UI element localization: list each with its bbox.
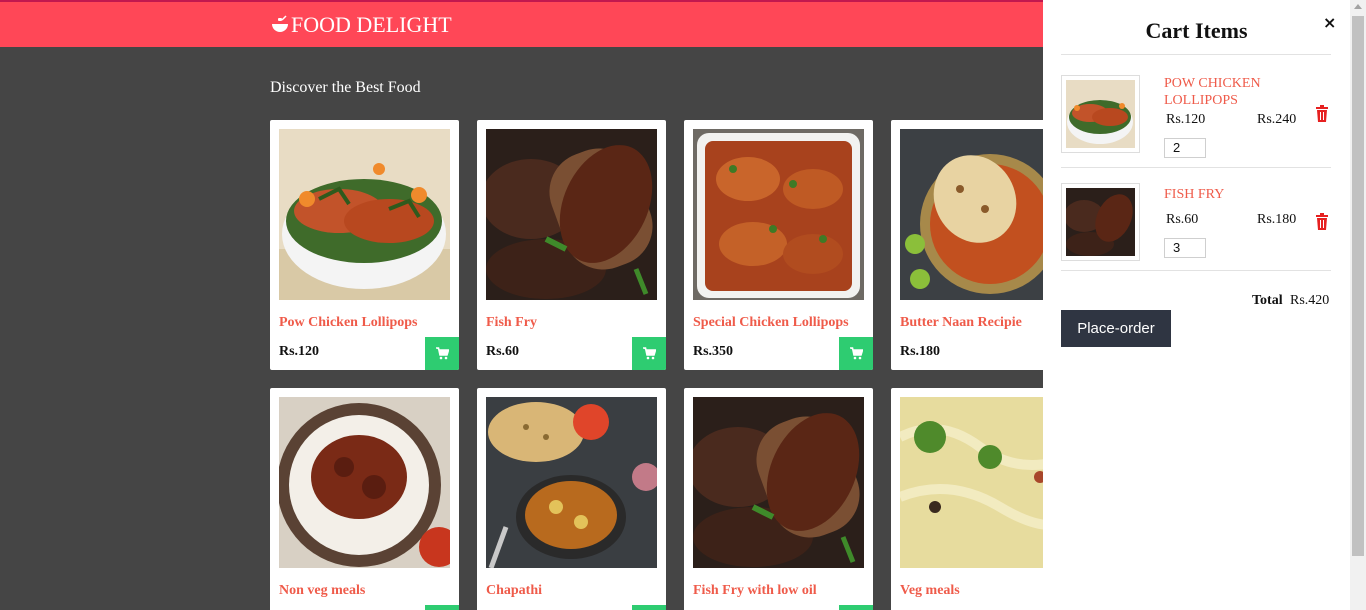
cart-icon xyxy=(435,347,449,360)
product-card[interactable]: Fish Fry with low oil xyxy=(684,388,873,610)
place-order-button[interactable]: Place-order xyxy=(1061,310,1171,347)
product-image xyxy=(486,397,657,568)
add-to-cart-button[interactable] xyxy=(839,337,873,370)
cart-item-name: POW CHICKEN LOLLIPOPS xyxy=(1164,76,1261,108)
product-image xyxy=(279,129,450,300)
brand[interactable]: FOOD DELIGHT xyxy=(270,12,452,38)
product-image xyxy=(486,129,657,300)
divider xyxy=(1061,270,1331,271)
trash-icon[interactable] xyxy=(1315,105,1329,122)
cart-icon xyxy=(849,347,863,360)
product-price: Rs.180 xyxy=(900,344,941,359)
product-name: Fish Fry xyxy=(486,315,537,330)
product-name: Veg meals xyxy=(900,583,960,598)
product-price: Rs.350 xyxy=(693,344,734,359)
add-to-cart-button[interactable] xyxy=(632,605,666,610)
cart-item-unit-price: Rs.120 xyxy=(1166,112,1206,127)
cart-title: Cart Items xyxy=(1145,18,1248,43)
quantity-input[interactable]: 2 xyxy=(1164,138,1206,158)
section-title: Discover the Best Food xyxy=(270,79,421,96)
product-name: Butter Naan Recipie xyxy=(900,315,1022,330)
divider xyxy=(1061,167,1331,168)
product-card[interactable]: Special Chicken Lollipops Rs.350 xyxy=(684,120,873,370)
add-to-cart-button[interactable] xyxy=(425,337,459,370)
quantity-input[interactable]: 3 xyxy=(1164,238,1206,258)
product-image xyxy=(693,129,864,300)
food-bowl-icon xyxy=(272,15,288,32)
cart-item-subtotal: Rs.180 xyxy=(1257,212,1297,227)
product-image xyxy=(693,397,864,568)
cart-item-name: FISH FRY xyxy=(1164,187,1225,202)
total-value: Rs.420 xyxy=(1290,293,1330,308)
product-price: Rs.120 xyxy=(279,344,320,359)
cart-icon xyxy=(642,347,656,360)
product-name: Chapathi xyxy=(486,583,543,598)
add-to-cart-button[interactable] xyxy=(425,605,459,610)
cart-item-unit-price: Rs.60 xyxy=(1166,212,1199,227)
brand-name: FOOD DELIGHT xyxy=(291,12,452,37)
add-to-cart-button[interactable] xyxy=(839,605,873,610)
cart-item-subtotal: Rs.240 xyxy=(1257,112,1297,127)
product-name: Special Chicken Lollipops xyxy=(693,315,849,330)
cart-item-image xyxy=(1061,75,1140,153)
cart-panel: Cart Items × POW CHICKEN LOLLIPOPS Rs.12… xyxy=(1043,0,1350,610)
close-icon[interactable]: × xyxy=(1323,13,1336,32)
cart-item: POW CHICKEN LOLLIPOPS Rs.120 Rs.240 2 xyxy=(1061,75,1350,175)
product-card[interactable]: Pow Chicken Lollipops Rs.120 xyxy=(270,120,459,370)
product-grid: Pow Chicken Lollipops Rs.120 Fish Fry Rs… xyxy=(270,120,1090,610)
product-name: Non veg meals xyxy=(279,583,366,598)
product-image xyxy=(279,397,450,568)
product-card[interactable]: Non veg meals xyxy=(270,388,459,610)
scrollbar-thumb[interactable] xyxy=(1352,16,1364,556)
product-card[interactable]: Fish Fry Rs.60 xyxy=(477,120,666,370)
product-price: Rs.60 xyxy=(486,344,520,359)
product-name: Pow Chicken Lollipops xyxy=(279,315,418,330)
scrollbar[interactable] xyxy=(1350,0,1366,610)
total-label: Total xyxy=(1252,293,1283,308)
scroll-up-arrow-icon[interactable] xyxy=(1354,4,1362,9)
add-to-cart-button[interactable] xyxy=(632,337,666,370)
cart-item-image xyxy=(1061,183,1140,261)
divider xyxy=(1061,54,1331,55)
trash-icon[interactable] xyxy=(1315,213,1329,230)
product-card[interactable]: Chapathi xyxy=(477,388,666,610)
product-name: Fish Fry with low oil xyxy=(693,583,817,598)
cart-item: FISH FRY Rs.60 Rs.180 3 xyxy=(1061,183,1350,283)
